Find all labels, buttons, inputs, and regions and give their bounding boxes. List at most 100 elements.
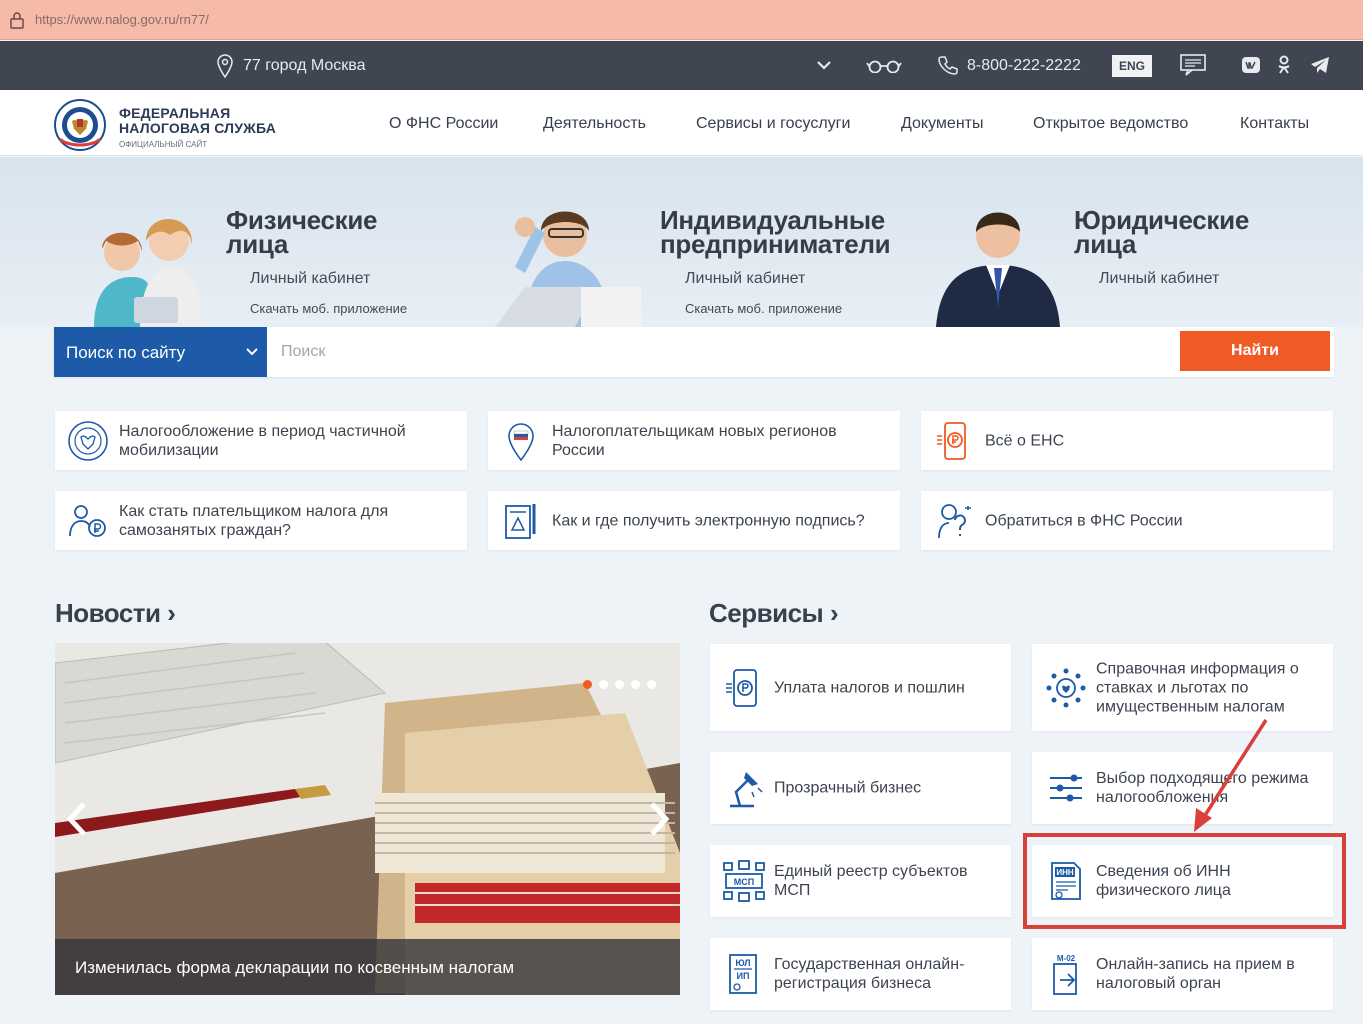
individuals-app-link[interactable]: Скачать моб. приложение bbox=[250, 301, 407, 316]
person-ruble-icon bbox=[69, 504, 106, 537]
slider-next-arrow-icon[interactable] bbox=[646, 800, 672, 838]
lock-icon bbox=[10, 12, 24, 29]
quick-link-label: Налогообложение в период частичной мобил… bbox=[119, 422, 406, 459]
person-question-icon bbox=[938, 503, 971, 538]
low-vision-glasses-icon[interactable] bbox=[866, 59, 902, 73]
service-online-registration[interactable]: ЮЛ ИП Государственная онлайн-регистрация … bbox=[710, 938, 1011, 1010]
slider-dot[interactable] bbox=[631, 680, 640, 689]
ip-icon-label: ИП bbox=[737, 971, 750, 981]
quick-link-new-regions[interactable]: Налогоплательщикам новых регионов России bbox=[488, 411, 900, 470]
quick-link-ens[interactable]: Всё о ЕНС bbox=[921, 411, 1333, 470]
news-title-text[interactable]: Новости bbox=[55, 598, 161, 628]
quick-link-label: Как и где получить электронную подпись? bbox=[552, 512, 865, 529]
chevron-right-icon[interactable]: › bbox=[167, 598, 176, 628]
nav-open-agency[interactable]: Открытое ведомство bbox=[1033, 115, 1188, 133]
slider-dots bbox=[583, 676, 663, 694]
fns-emblem-logo[interactable] bbox=[54, 99, 106, 151]
chevron-right-icon[interactable]: › bbox=[830, 598, 839, 628]
segment-individuals-title[interactable]: Физические лица bbox=[226, 207, 378, 257]
region-selector[interactable]: 77 город Москва bbox=[243, 57, 365, 75]
nav-about[interactable]: О ФНС России bbox=[389, 115, 498, 133]
signature-document-icon bbox=[505, 503, 536, 539]
chevron-down-icon[interactable] bbox=[816, 59, 832, 71]
sliders-icon bbox=[1050, 774, 1082, 802]
msp-icon-label: МСП bbox=[734, 877, 754, 887]
hotline-phone[interactable]: 8-800-222-2222 bbox=[967, 57, 1081, 75]
segment-entrepreneurs-title[interactable]: Индивидуальные предприниматели bbox=[660, 207, 891, 257]
nav-activity[interactable]: Деятельность bbox=[543, 115, 646, 133]
location-pin-icon[interactable] bbox=[216, 53, 234, 79]
highlight-box bbox=[1023, 833, 1346, 929]
segment-individuals-title-line2[interactable]: лица bbox=[226, 231, 377, 257]
quick-link-contact-fns[interactable]: Обратиться в ФНС России bbox=[921, 491, 1333, 550]
service-sme-registry[interactable]: МСП Единый реестр субъектов МСП bbox=[710, 845, 1011, 917]
map-pin-flag-icon bbox=[508, 422, 534, 461]
slider-dot[interactable] bbox=[615, 680, 624, 689]
service-label: Онлайн-запись на прием в налоговый орган bbox=[1096, 956, 1295, 992]
logo-title-line2[interactable]: НАЛОГОВАЯ СЛУЖБА bbox=[119, 121, 276, 136]
news-caption[interactable]: Изменилась форма декларации по косвенным… bbox=[55, 939, 680, 995]
businessman-photo bbox=[936, 212, 1060, 327]
emblem-icon bbox=[68, 420, 108, 461]
search-input[interactable]: Поиск bbox=[281, 343, 325, 361]
services-title-text[interactable]: Сервисы bbox=[709, 598, 824, 628]
desk-lamp-icon bbox=[730, 772, 763, 808]
top-bar: 77 город Москва 8-800-222-2222 ENG bbox=[0, 41, 1363, 90]
phone-ruble-icon bbox=[937, 421, 966, 460]
browser-address-bar[interactable]: https://www.nalog.gov.ru/rn77/ bbox=[0, 0, 1363, 40]
family-photo bbox=[94, 218, 202, 327]
quick-link-label: Как стать плательщиком налога для самоза… bbox=[119, 502, 389, 539]
segment-entrepreneurs-title-line2[interactable]: предприниматели bbox=[660, 231, 891, 257]
service-transparent-business[interactable]: Прозрачный бизнес bbox=[710, 752, 1011, 824]
vk-icon[interactable] bbox=[1242, 57, 1260, 73]
service-label: Уплата налогов и пошлин bbox=[774, 679, 965, 696]
nav-contacts[interactable]: Контакты bbox=[1240, 115, 1309, 133]
quick-link-self-employed[interactable]: Как стать плательщиком налога для самоза… bbox=[55, 491, 467, 550]
audience-segments: Физические лица Личный кабинет Скачать мо… bbox=[0, 157, 1363, 327]
m02-icon-label: М-02 bbox=[1057, 954, 1076, 963]
entrepreneurs-cabinet-link[interactable]: Личный кабинет bbox=[685, 270, 805, 288]
quick-link-label: Всё о ЕНС bbox=[985, 432, 1065, 449]
segment-legal-entities-title-line2[interactable]: лица bbox=[1074, 231, 1249, 257]
news-section-title[interactable]: Новости › bbox=[55, 598, 176, 629]
url-text[interactable]: https://www.nalog.gov.ru/rn77/ bbox=[35, 12, 209, 27]
slider-dot[interactable] bbox=[647, 680, 656, 689]
entrepreneur-photo bbox=[495, 211, 641, 327]
slider-prev-arrow-icon[interactable] bbox=[64, 800, 90, 838]
service-pay-taxes[interactable]: Уплата налогов и пошлин bbox=[710, 644, 1011, 731]
nav-documents[interactable]: Документы bbox=[901, 115, 983, 133]
news-slider[interactable]: Изменилась форма декларации по косвенным… bbox=[55, 643, 680, 995]
service-label: Государственная онлайн-регистрация бизне… bbox=[774, 956, 965, 992]
search-button[interactable]: Найти bbox=[1180, 331, 1330, 371]
ul-ip-document-icon: ЮЛ ИП bbox=[729, 954, 757, 994]
telegram-icon[interactable] bbox=[1310, 56, 1330, 74]
emblem-dots-icon bbox=[1046, 668, 1086, 707]
site-header: ФЕДЕРАЛЬНАЯ НАЛОГОВАЯ СЛУЖБА ОФИЦИАЛЬНЫЙ… bbox=[0, 90, 1363, 156]
quick-link-label: Обратиться в ФНС России bbox=[985, 512, 1183, 529]
odnoklassniki-icon[interactable] bbox=[1277, 55, 1291, 75]
m02-form-icon: М-02 bbox=[1053, 954, 1077, 995]
search-scope-select[interactable]: Поиск по сайту bbox=[54, 327, 267, 377]
logo-title[interactable]: ФЕДЕРАЛЬНАЯ НАЛОГОВАЯ СЛУЖБА bbox=[119, 106, 276, 136]
phone-icon bbox=[938, 56, 958, 75]
service-online-appointment[interactable]: М-02 Онлайн-запись на прием в налоговый … bbox=[1032, 938, 1333, 1010]
individuals-cabinet-link[interactable]: Личный кабинет bbox=[250, 270, 370, 288]
annotation-arrow-icon bbox=[1194, 719, 1268, 832]
logo-title-line1[interactable]: ФЕДЕРАЛЬНАЯ bbox=[119, 106, 276, 121]
ul-icon-label: ЮЛ bbox=[735, 958, 750, 968]
legal-entities-cabinet-link[interactable]: Личный кабинет bbox=[1099, 270, 1219, 288]
segment-legal-entities-title[interactable]: Юридические лица bbox=[1074, 207, 1249, 257]
quick-link-label: Налогоплательщикам новых регионов России bbox=[552, 422, 837, 459]
quick-link-e-signature[interactable]: Как и где получить электронную подпись? bbox=[488, 491, 900, 550]
services-section-title[interactable]: Сервисы › bbox=[709, 598, 839, 629]
entrepreneurs-app-link[interactable]: Скачать моб. приложение bbox=[685, 301, 842, 316]
quick-link-mobilization[interactable]: Налогообложение в период частичной мобил… bbox=[55, 411, 467, 470]
slider-dot[interactable] bbox=[599, 680, 608, 689]
feedback-chat-icon[interactable] bbox=[1180, 54, 1206, 76]
nav-services[interactable]: Сервисы и госуслуги bbox=[696, 115, 850, 133]
language-switch[interactable]: ENG bbox=[1112, 55, 1152, 77]
service-label: Единый реестр субъектов МСП bbox=[774, 863, 968, 899]
slider-dot[interactable] bbox=[583, 680, 592, 689]
logo-subtitle: ОФИЦИАЛЬНЫЙ САЙТ bbox=[119, 140, 208, 149]
service-label: Прозрачный бизнес bbox=[774, 779, 922, 797]
